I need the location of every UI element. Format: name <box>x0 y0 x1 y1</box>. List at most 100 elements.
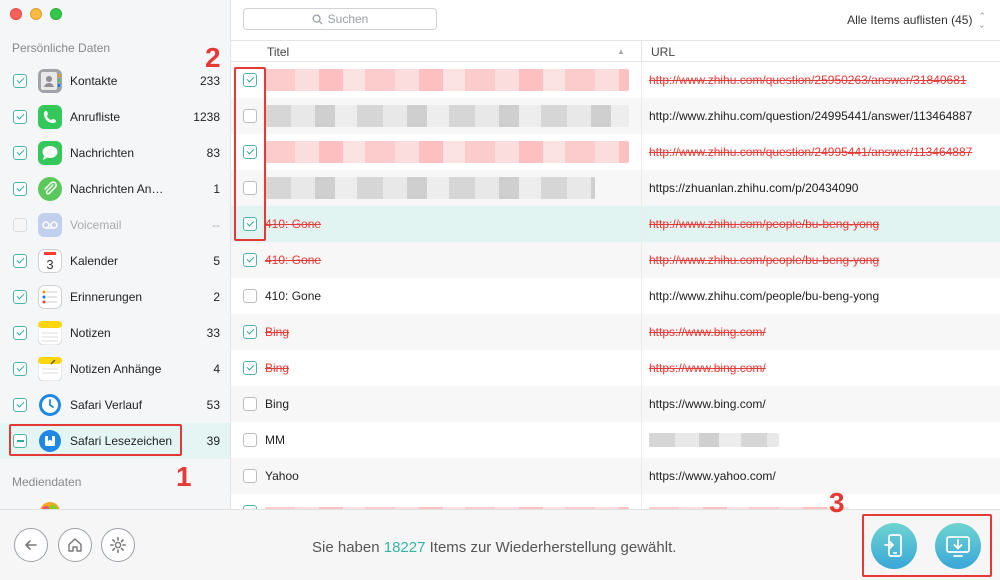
row-url: http://www.zhihu.com/question/25950263/a… <box>649 73 967 87</box>
row-url: https://www.bing.com/ <box>649 361 766 375</box>
row-checkbox[interactable] <box>243 289 257 303</box>
category-checkbox[interactable] <box>13 74 27 88</box>
row-title: Bing <box>265 361 290 375</box>
column-header-url[interactable]: URL <box>651 45 675 59</box>
column-divider <box>641 314 642 350</box>
row-url: http://www.zhihu.com/people/bu-beng-yong <box>649 217 880 231</box>
table-row[interactable]: Bing https://www.bing.com/ <box>231 386 1000 422</box>
table-row[interactable]: 410: Gone http://www.zhihu.com/people/bu-… <box>231 206 1000 242</box>
table-header: Titel ▲ URL <box>231 40 1000 62</box>
redacted-url <box>649 433 779 447</box>
table-row[interactable]: 410: Gone http://www.zhihu.com/people/bu-… <box>231 278 1000 314</box>
category-checkbox[interactable] <box>13 326 27 340</box>
sidebar-item-contacts[interactable]: Kontakte 233 <box>0 63 230 99</box>
column-divider <box>641 458 642 494</box>
sort-arrow-icon[interactable]: ▲ <box>617 47 625 56</box>
category-label: Safari Verlauf <box>70 398 143 412</box>
row-title: Bing <box>265 397 290 411</box>
category-label: Notizen Anhänge <box>70 362 162 376</box>
table-row[interactable]: http://www.zhihu.com/question/25950263/a… <box>231 62 1000 98</box>
row-checkbox[interactable] <box>243 361 257 375</box>
category-checkbox[interactable] <box>13 182 27 196</box>
list-filter-label: Alle Items auflisten (45) <box>847 13 973 27</box>
redacted-title <box>265 177 595 199</box>
paperclip-icon <box>38 177 62 201</box>
row-checkbox[interactable] <box>243 253 257 267</box>
sidebar-item-notes-attachment[interactable]: Notizen Anhänge 4 <box>0 351 230 387</box>
category-checkbox[interactable] <box>13 362 27 376</box>
close-window-button[interactable] <box>10 8 22 20</box>
category-checkbox[interactable] <box>13 290 27 304</box>
reminders-icon <box>38 285 62 309</box>
list-filter-select[interactable]: Alle Items auflisten (45) ⌃ ⌃ <box>847 12 986 30</box>
row-checkbox[interactable] <box>243 469 257 483</box>
table-row[interactable]: http://www.zhihu.com/question/24995441/a… <box>231 134 1000 170</box>
column-divider <box>641 62 642 98</box>
row-checkbox[interactable] <box>243 397 257 411</box>
row-checkbox[interactable] <box>243 433 257 447</box>
settings-button[interactable] <box>101 528 135 562</box>
sidebar-item-phone[interactable]: Anrufliste 1238 <box>0 99 230 135</box>
search-icon <box>312 13 323 25</box>
minimize-window-button[interactable] <box>30 8 42 20</box>
phone-icon <box>38 105 62 129</box>
category-label: Erinnerungen <box>70 290 143 304</box>
category-label: Anrufliste <box>70 110 121 124</box>
sidebar-item-paperclip[interactable]: Nachrichten An… 1 <box>0 171 230 207</box>
home-button[interactable] <box>58 528 92 562</box>
annotation-box-actions <box>862 514 992 577</box>
status-count: 18227 <box>383 539 426 556</box>
sidebar-item-calendar[interactable]: 3 Kalender 5 <box>0 243 230 279</box>
row-url: http://www.zhihu.com/question/24995441/a… <box>649 109 973 123</box>
category-label: Nachrichten <box>70 146 135 160</box>
column-header-title[interactable]: Titel <box>267 45 289 59</box>
category-checkbox <box>13 218 27 232</box>
section-title-media: Mediendaten <box>12 475 82 489</box>
category-checkbox[interactable] <box>13 110 27 124</box>
column-divider <box>641 278 642 314</box>
sidebar-item-messages[interactable]: Nachrichten 83 <box>0 135 230 171</box>
photos-icon <box>38 500 62 509</box>
category-count: 5 <box>213 254 220 268</box>
sidebar-item-notes[interactable]: Notizen 33 <box>0 315 230 351</box>
row-title: Yahoo <box>265 469 299 483</box>
category-checkbox[interactable] <box>13 254 27 268</box>
row-title: 410: Gone <box>265 289 322 303</box>
table-row[interactable]: Bing https://www.bing.com/ <box>231 350 1000 386</box>
toolbar: Suchen Alle Items auflisten (45) ⌃ ⌃ <box>231 0 1000 40</box>
back-button[interactable] <box>14 528 48 562</box>
category-checkbox[interactable] <box>13 398 27 412</box>
row-url: https://www.yahoo.com/ <box>649 469 776 483</box>
row-url: https://www.bing.com/ <box>649 397 766 411</box>
arrow-left-icon <box>25 540 37 550</box>
row-url: http://www.zhihu.com/people/bu-beng-yong <box>649 253 880 267</box>
search-input[interactable]: Suchen <box>243 8 437 30</box>
table-row[interactable]: 410: Gone http://www.zhihu.com/people/bu-… <box>231 242 1000 278</box>
row-checkbox[interactable] <box>243 325 257 339</box>
category-label: Notizen <box>70 326 111 340</box>
search-placeholder: Suchen <box>327 12 369 26</box>
sidebar-item-safari-history[interactable]: Safari Verlauf 53 <box>0 387 230 423</box>
table-row[interactable]: http://www.zhihu.com/question/24995441/a… <box>231 98 1000 134</box>
row-url: http://www.zhihu.com/question/24995441/a… <box>649 145 973 159</box>
column-divider <box>641 422 642 458</box>
table-row[interactable]: https://zhuanlan.zhihu.com/p/20434090 <box>231 170 1000 206</box>
table-row[interactable]: MM <box>231 422 1000 458</box>
zoom-window-button[interactable] <box>50 8 62 20</box>
window-controls <box>10 8 62 20</box>
category-label: Kalender <box>70 254 119 268</box>
table-row[interactable] <box>231 494 1000 509</box>
column-divider[interactable] <box>641 41 642 62</box>
category-checkbox[interactable] <box>13 146 27 160</box>
category-count: 33 <box>206 326 220 340</box>
table-row[interactable]: Bing https://www.bing.com/ <box>231 314 1000 350</box>
redacted-title <box>265 105 629 127</box>
footer-bar: Sie haben 18227 Items zur Wiederherstell… <box>0 509 1000 580</box>
messages-icon <box>38 141 62 165</box>
home-icon <box>68 538 82 552</box>
sidebar-item-voicemail[interactable]: Voicemail -- <box>0 207 230 243</box>
status-suffix: Items zur Wiederherstellung gewählt. <box>429 539 677 556</box>
sidebar-item-reminders[interactable]: Erinnerungen 2 <box>0 279 230 315</box>
table-row[interactable]: Yahoo https://www.yahoo.com/ <box>231 458 1000 494</box>
column-divider <box>641 350 642 386</box>
